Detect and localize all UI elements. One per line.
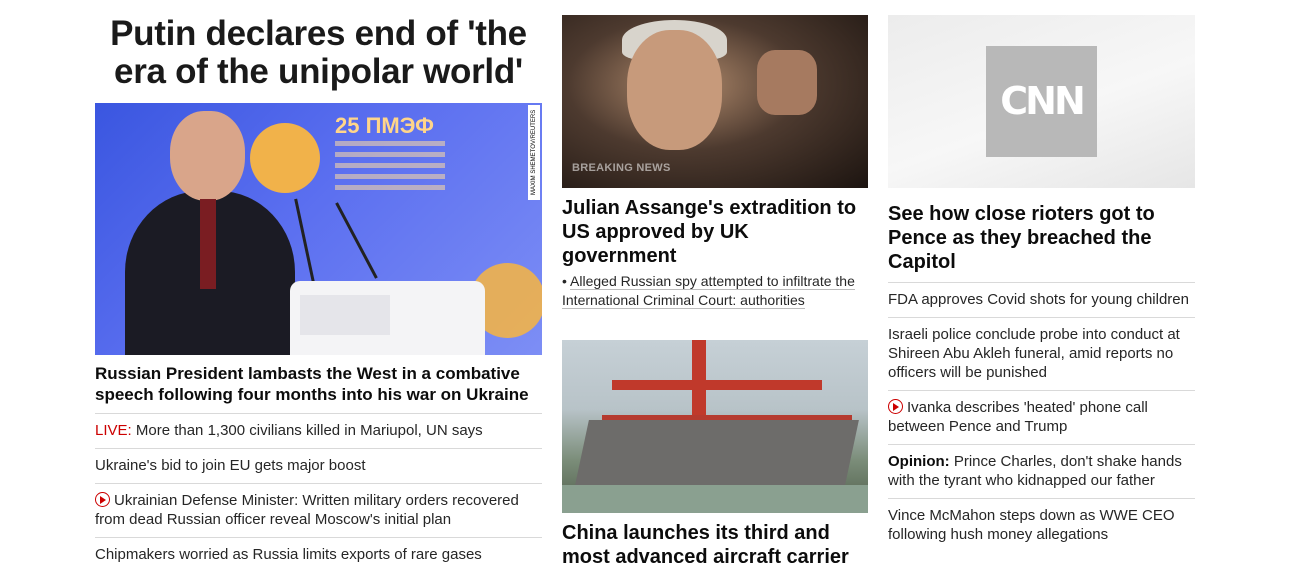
list-item[interactable]: Israeli police conclude probe into condu…: [888, 317, 1195, 390]
capitol-story-image[interactable]: CNN: [888, 15, 1195, 188]
link-text[interactable]: Ukrainian Defense Minister: Written mili…: [95, 492, 519, 528]
lead-story-title[interactable]: Putin declares end of 'the era of the un…: [95, 15, 542, 91]
opinion-label: Opinion:: [888, 453, 950, 470]
lead-story-image[interactable]: 25 ПМЭФ MAXIM SHEMETOV/REUTERS: [95, 103, 542, 355]
list-item[interactable]: FDA approves Covid shots for young child…: [888, 282, 1195, 317]
cnn-logo-text: CNN: [1000, 79, 1086, 123]
microphone: [335, 202, 378, 279]
image-detail: [562, 485, 868, 513]
play-video-icon: [888, 399, 903, 414]
link-text[interactable]: Vince McMahon steps down as WWE CEO foll…: [888, 507, 1175, 543]
right-stories-column: CNN See how close rioters got to Pence a…: [888, 0, 1195, 552]
forum-banner-text: 25 ПМЭФ: [335, 113, 434, 138]
list-item[interactable]: Ukraine's bid to join EU gets major boos…: [95, 448, 542, 483]
lead-story-column: Putin declares end of 'the era of the un…: [95, 0, 542, 572]
image-detail: [627, 30, 722, 150]
lead-related-links: LIVE: More than 1,300 civilians killed i…: [95, 413, 542, 572]
microphone: [294, 198, 315, 283]
image-detail: [612, 380, 822, 390]
list-item[interactable]: LIVE: More than 1,300 civilians killed i…: [95, 413, 542, 448]
capitol-story-headline[interactable]: See how close rioters got to Pence as th…: [888, 202, 1195, 274]
image-detail: [757, 50, 817, 115]
link-text[interactable]: FDA approves Covid shots for young child…: [888, 291, 1189, 308]
list-item[interactable]: Chipmakers worried as Russia limits expo…: [95, 537, 542, 572]
aircraft-carrier-headline[interactable]: China launches its third and most advanc…: [562, 521, 868, 569]
photo-credit: MAXIM SHEMETOV/REUTERS: [528, 105, 540, 200]
middle-stories-column: BREAKING NEWS Julian Assange's extraditi…: [562, 0, 868, 569]
assange-story-headline[interactable]: Julian Assange's extradition to US appro…: [562, 196, 868, 268]
live-label: LIVE:: [95, 422, 132, 439]
list-item[interactable]: Ukrainian Defense Minister: Written mili…: [95, 483, 542, 537]
assange-story-image[interactable]: BREAKING NEWS: [562, 15, 868, 188]
link-text[interactable]: More than 1,300 civilians killed in Mari…: [136, 422, 483, 439]
list-item[interactable]: Opinion: Prince Charles, don't shake han…: [888, 444, 1195, 498]
forum-banner-subtext: [335, 141, 445, 196]
play-video-icon: [95, 492, 110, 507]
link-text[interactable]: Ivanka describes 'heated' phone call bet…: [888, 399, 1148, 435]
link-text[interactable]: Ukraine's bid to join EU gets major boos…: [95, 457, 366, 474]
list-item[interactable]: Ivanka describes 'heated' phone call bet…: [888, 390, 1195, 444]
related-bullet-link[interactable]: • Alleged Russian spy attempted to infil…: [562, 272, 868, 310]
link-text[interactable]: Israeli police conclude probe into condu…: [888, 326, 1180, 381]
image-detail: [575, 420, 859, 485]
link-text[interactable]: Alleged Russian spy attempted to infiltr…: [562, 273, 855, 309]
list-item[interactable]: Vince McMahon steps down as WWE CEO foll…: [888, 498, 1195, 552]
lead-story-headline[interactable]: Russian President lambasts the West in a…: [95, 363, 542, 405]
breaking-news-overlay: BREAKING NEWS: [572, 162, 671, 174]
podium-sign: [300, 295, 390, 335]
aircraft-carrier-image[interactable]: [562, 340, 868, 513]
link-text[interactable]: Chipmakers worried as Russia limits expo…: [95, 546, 482, 563]
right-related-links: FDA approves Covid shots for young child…: [888, 282, 1195, 552]
speaker-figure: [125, 111, 295, 355]
